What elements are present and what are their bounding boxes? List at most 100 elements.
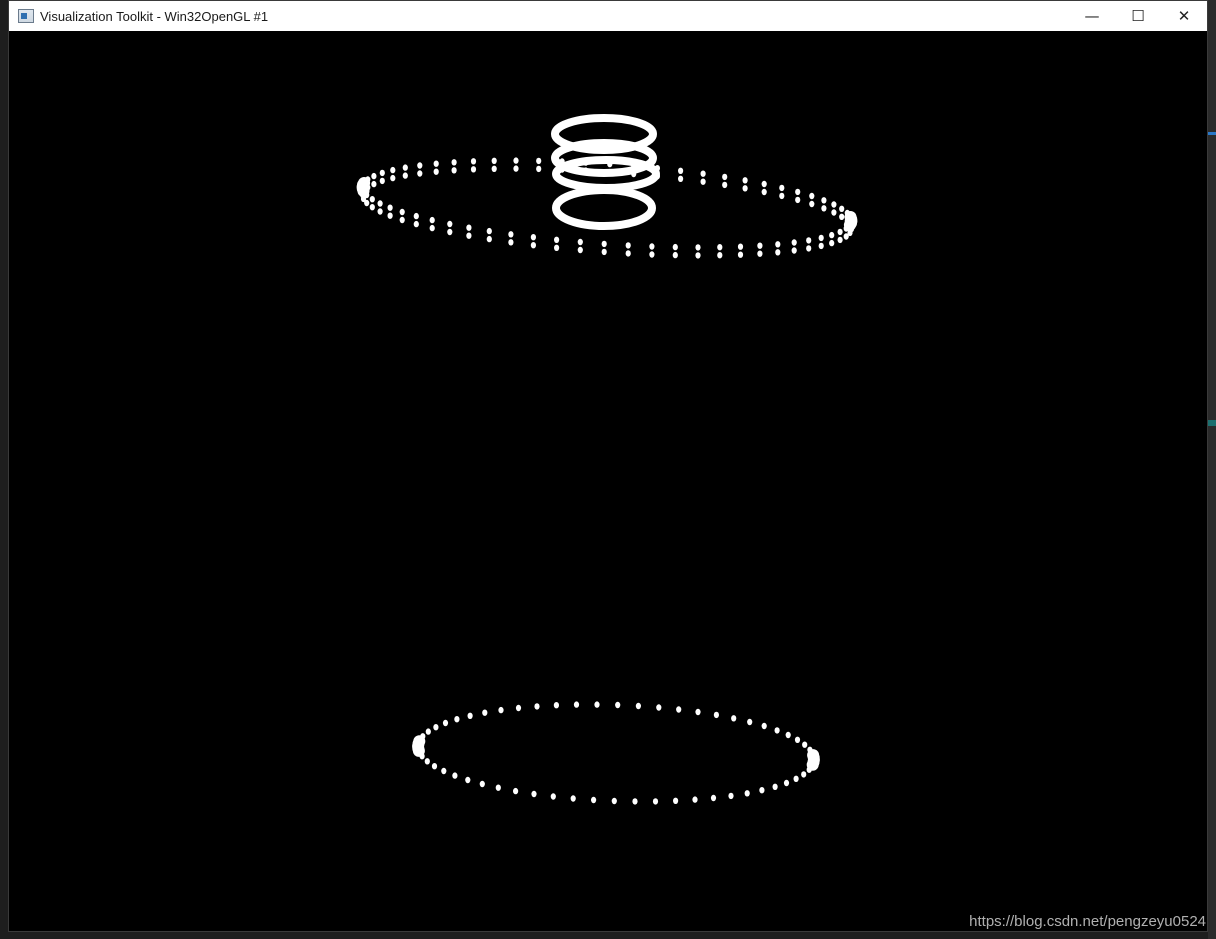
ring-dot (470, 166, 477, 173)
ring-dot (369, 196, 375, 203)
ring-dot (793, 775, 799, 782)
ring-dot (785, 731, 791, 739)
ring-dot (678, 167, 684, 174)
ring-dot (635, 702, 642, 710)
ring-dot (402, 172, 408, 179)
ring-dot (676, 706, 682, 713)
ring-dot (465, 776, 471, 784)
ring-dot (649, 243, 655, 250)
ring-dot (495, 784, 501, 791)
ring-dot (649, 251, 655, 258)
ring-dot (761, 722, 767, 730)
title-bar[interactable]: Visualization Toolkit - Win32OpenGL #1 —… (9, 1, 1207, 31)
minimize-button[interactable]: — (1069, 1, 1115, 31)
ring-dot (413, 212, 419, 220)
ring-dot (379, 177, 385, 185)
ring-dot (695, 252, 701, 259)
ring-dot (809, 200, 815, 208)
ring-dot (722, 181, 728, 189)
ring-dot (379, 169, 385, 177)
ring-dot (673, 797, 679, 804)
ring-dot (742, 185, 748, 192)
ring-dot (454, 716, 460, 723)
ring-dot (442, 719, 449, 727)
ring-dot (451, 159, 457, 166)
ring-dot (554, 236, 560, 243)
ring-dot (837, 236, 843, 244)
stacked-rings (551, 114, 660, 230)
ring-dot (601, 248, 607, 256)
ring-dot (601, 240, 607, 248)
ring-dot (399, 216, 405, 224)
ring-dot (390, 174, 396, 182)
ring-dot (783, 779, 790, 787)
ring-dot (818, 234, 824, 242)
ring-dot (377, 200, 383, 207)
ring-dot (482, 709, 488, 716)
ring-dot (717, 252, 723, 259)
ring-dot (831, 201, 837, 208)
watermark-text: https://blog.csdn.net/pengzeyu0524 (969, 913, 1206, 930)
ring-dot (692, 796, 698, 803)
ring-dot (710, 794, 717, 802)
ring-dot (402, 164, 408, 171)
ring-dot (775, 249, 781, 256)
ring-dot (530, 234, 537, 241)
edge-marker (1208, 420, 1216, 426)
ring-dot (700, 178, 706, 185)
ring-dot (479, 780, 485, 788)
ring-dot (611, 797, 617, 805)
ring-dot (530, 242, 537, 249)
ring-dot (757, 250, 763, 257)
ring-dot (829, 231, 835, 239)
ring-dot (806, 237, 812, 244)
ring-dot (425, 728, 431, 735)
ring-dot (470, 158, 477, 165)
scene-canvas (356, 114, 858, 805)
ring-dot (728, 792, 734, 800)
ring-dot (431, 763, 438, 770)
ring-dot (791, 247, 797, 254)
ring-dot (801, 771, 807, 778)
ring-dot (534, 703, 540, 710)
vtk-app-icon (18, 9, 34, 23)
ring-dot (761, 188, 767, 196)
ring-dot (672, 251, 678, 259)
ring-dot (818, 242, 824, 250)
ring-dot (737, 243, 744, 250)
ring-dot (795, 196, 801, 204)
ring-dot (806, 245, 812, 252)
ring-dot (466, 232, 472, 239)
ring-dot (625, 250, 631, 257)
ring-dot (417, 162, 423, 169)
ring-dot (839, 205, 845, 212)
ring-dot (695, 708, 701, 716)
ring-dot (491, 157, 497, 164)
close-button[interactable]: ✕ (1161, 1, 1207, 31)
ring-dot (451, 167, 457, 174)
ring-dot (775, 241, 781, 248)
ring-dot (831, 209, 837, 216)
ring-dot (843, 233, 849, 240)
ring-dot (625, 242, 631, 249)
ring-dot (829, 239, 835, 247)
ring-dot (794, 736, 801, 743)
ring-dot (508, 239, 514, 246)
ring-dot (779, 192, 785, 200)
background-window-edge (1208, 0, 1216, 939)
ring-dot (839, 213, 845, 220)
ring-dot (466, 224, 472, 231)
ring-dot (570, 795, 576, 802)
window-title: Visualization Toolkit - Win32OpenGL #1 (40, 8, 269, 24)
ring-dot (744, 790, 750, 797)
ring-dot (591, 796, 597, 804)
ring-cap (358, 177, 371, 189)
render-viewport[interactable] (9, 31, 1207, 931)
ring-dot (513, 157, 519, 164)
ring-dot (550, 793, 556, 800)
ring-dot (399, 208, 405, 216)
ring-dot (515, 704, 522, 712)
maximize-button[interactable]: ☐ (1115, 1, 1161, 31)
ring-dot (491, 165, 497, 172)
ring-cap (806, 758, 819, 771)
